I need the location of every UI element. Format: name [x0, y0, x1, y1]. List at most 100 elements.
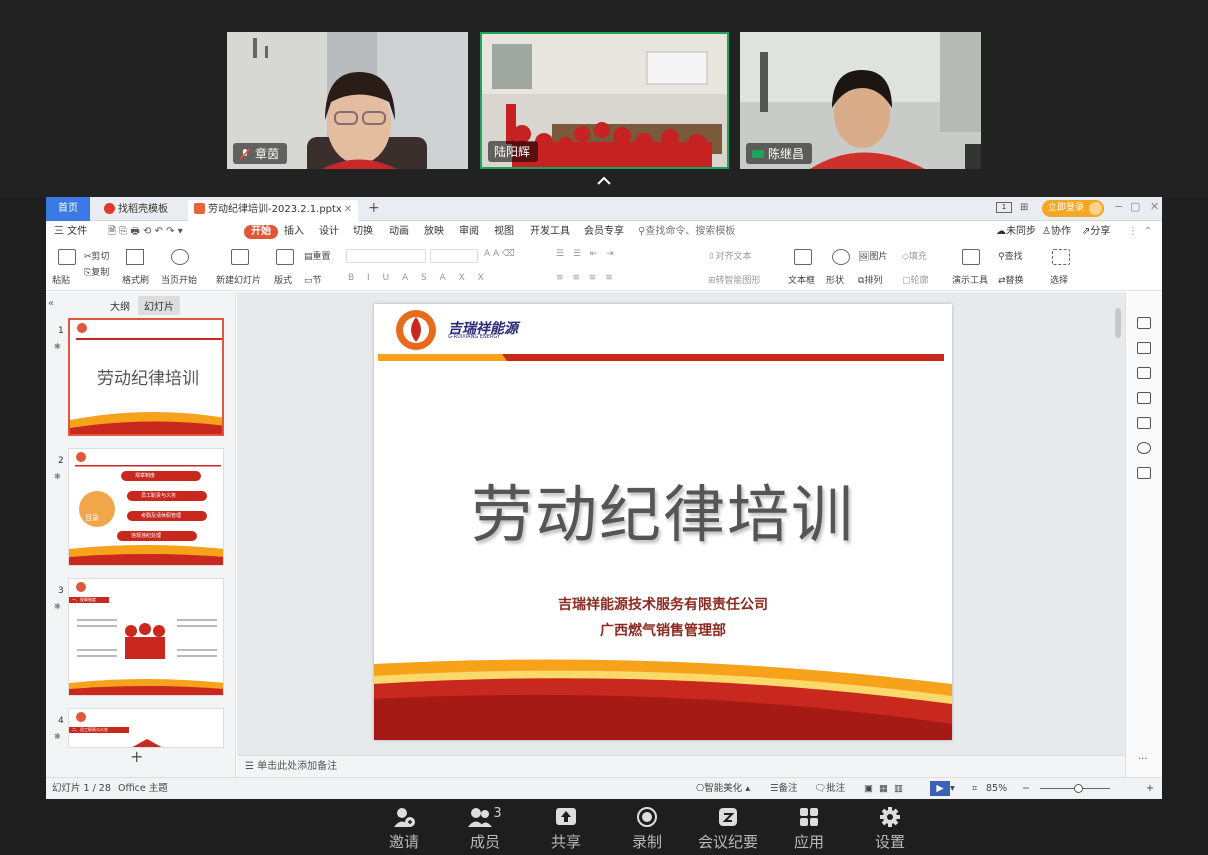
fit-window-icon[interactable]: ⌗ — [972, 778, 977, 799]
align-icons[interactable]: ≡ ≡ ≡ ≡ — [556, 273, 616, 283]
participant-tile-2[interactable]: 陆阳辉 — [480, 32, 729, 169]
zoom-out-icon[interactable]: − — [1022, 778, 1030, 799]
layout-icon[interactable] — [276, 249, 294, 265]
tab-slides[interactable]: 幻灯片 — [138, 296, 180, 315]
menu-start[interactable]: 开始 — [244, 225, 278, 239]
picture-button[interactable]: 🖼图片 — [858, 249, 887, 262]
find-button[interactable]: ⚲查找 — [998, 249, 1023, 262]
collapse-pane-icon[interactable]: « — [48, 298, 54, 309]
play-slideshow-icon[interactable]: ▶ — [930, 781, 950, 796]
slide-thumb-2[interactable]: 目录 规章制度 员工职责与义务 考勤及请休假管理 违规违纪处理 — [68, 448, 224, 566]
menu-slideshow[interactable]: 放映 — [424, 225, 444, 239]
list-icons[interactable]: ☰ ☰ ⇤ ⇥ — [556, 249, 617, 259]
command-search[interactable]: ⚲查找命令、搜索模板 — [638, 225, 735, 239]
collapse-ribbon-icon[interactable]: ⌃ — [1144, 225, 1152, 239]
arrange-button[interactable]: ⧉排列 — [858, 273, 882, 286]
shape-icon[interactable] — [832, 249, 850, 265]
align-text-button[interactable]: ⇳对齐文本 — [708, 249, 752, 262]
start-from-current-button[interactable]: 当页开始 — [161, 273, 197, 286]
zoom-level[interactable]: 85% — [986, 778, 1007, 799]
play-icon[interactable] — [171, 249, 189, 265]
slide-subtitle-department[interactable]: 广西燃气销售管理部 — [374, 620, 952, 640]
menu-transition[interactable]: 切换 — [353, 225, 373, 239]
select-button[interactable]: 选择 — [1050, 273, 1068, 286]
close-window-icon[interactable]: ✕ — [1150, 200, 1159, 213]
beautify-button[interactable]: ⎔智能美化 ▴ — [696, 778, 750, 799]
new-slide-button[interactable]: 新建幻灯片 — [216, 273, 261, 286]
cut-button[interactable]: ✂剪切 — [84, 249, 110, 262]
textbox-icon[interactable] — [794, 249, 812, 265]
invite-button[interactable]: 邀请 — [374, 805, 434, 852]
new-slide-icon[interactable] — [231, 249, 249, 265]
outline-button[interactable]: ▢轮廓 — [902, 273, 929, 286]
share-button[interactable]: ⇗分享 — [1082, 225, 1110, 239]
menu-design[interactable]: 设计 — [319, 225, 339, 239]
tab-document[interactable]: 劳动纪律培训-2023.2.1.pptx ✕ — [188, 200, 358, 221]
notes-bar[interactable]: ☰ 单击此处添加备注 — [237, 755, 1125, 777]
login-button[interactable]: 立即登录 — [1042, 200, 1105, 217]
restore-icon[interactable]: ▢ — [1130, 200, 1140, 213]
image-icon[interactable] — [1137, 417, 1151, 429]
slide-thumb-3[interactable]: 一、规章制度 — [68, 578, 224, 696]
menu-animation[interactable]: 动画 — [389, 225, 409, 239]
material-icon[interactable] — [1137, 442, 1151, 454]
notes-toggle[interactable]: ☰备注 — [770, 778, 798, 799]
participant-tile-1[interactable]: 章茵 — [227, 32, 468, 169]
share-screen-button[interactable]: 共享 — [536, 805, 596, 852]
slide-thumb-1[interactable]: 劳动纪律培训 — [68, 318, 224, 436]
slide-title[interactable]: 劳动纪律培训 — [374, 464, 952, 554]
properties-icon[interactable] — [1137, 342, 1151, 354]
menu-member[interactable]: 会员专享 — [584, 225, 624, 239]
slide-thumb-4[interactable]: 二、员工职责与义务 — [68, 708, 224, 748]
minutes-button[interactable]: 会议纪要 — [698, 805, 758, 852]
menu-view[interactable]: 视图 — [494, 225, 514, 239]
sync-status[interactable]: ☁未同步 — [996, 225, 1036, 239]
slideshow-dropdown[interactable]: ▾ — [950, 778, 955, 799]
presentation-tools-icon[interactable] — [962, 249, 980, 265]
add-slide-button[interactable]: + — [130, 747, 143, 766]
replace-button[interactable]: ⇄替换 — [998, 273, 1024, 286]
animation-icon[interactable] — [1137, 367, 1151, 379]
paste-icon[interactable] — [58, 249, 76, 265]
transition-icon[interactable] — [1137, 392, 1151, 404]
minimize-icon[interactable]: − — [1114, 200, 1123, 213]
presentation-tools-button[interactable]: 演示工具 — [952, 273, 988, 286]
view-mode-icons[interactable]: ▣▦▥ — [864, 778, 909, 799]
comments-toggle[interactable]: 🗨批注 — [814, 778, 845, 799]
text-format-icons[interactable]: B I U A S A X X — [348, 273, 489, 283]
backup-icon[interactable] — [1137, 467, 1151, 479]
new-tab-icon[interactable]: + — [368, 200, 380, 216]
tab-home[interactable]: 首页 — [46, 197, 90, 221]
grid-icon[interactable]: ⊞ — [1020, 202, 1028, 213]
select-icon[interactable] — [1052, 249, 1070, 265]
design-icon[interactable] — [1137, 317, 1151, 329]
shape-button[interactable]: 形状 — [826, 273, 844, 286]
fill-button[interactable]: ◇填充 — [902, 249, 927, 262]
layout-1-icon[interactable]: 1 — [996, 202, 1012, 213]
tab-outline[interactable]: 大纲 — [110, 298, 130, 313]
menu-file[interactable]: 三 文件 — [54, 225, 87, 239]
smartart-button[interactable]: ⊞转智能图形 — [708, 273, 761, 286]
scrollbar-thumb[interactable] — [1115, 308, 1121, 338]
record-button[interactable]: 录制 — [617, 805, 677, 852]
reset-button[interactable]: ▤重置 — [304, 249, 331, 262]
close-tab-icon[interactable]: ✕ — [344, 200, 352, 220]
vertical-scrollbar[interactable] — [1115, 302, 1121, 722]
tab-templates[interactable]: 找稻壳模板 — [98, 200, 182, 221]
layout-button[interactable]: 版式 — [274, 273, 292, 286]
collab-button[interactable]: ♙协作 — [1042, 225, 1071, 239]
menu-insert[interactable]: 插入 — [284, 225, 304, 239]
format-painter-icon[interactable] — [126, 249, 144, 265]
members-button[interactable]: 3 成员 — [455, 805, 515, 852]
font-family-select[interactable] — [346, 249, 426, 263]
menu-review[interactable]: 审阅 — [459, 225, 479, 239]
quick-access-icons[interactable]: 🗎 ⎘ 🖶 ⟲ ↶ ↷ ▾ — [108, 225, 183, 239]
zoom-slider[interactable] — [1040, 784, 1110, 793]
zoom-slider-thumb[interactable] — [1074, 784, 1083, 793]
font-grow-icons[interactable]: A A ⌫ — [484, 249, 515, 259]
settings-button[interactable]: 设置 — [860, 805, 920, 852]
zoom-in-icon[interactable]: + — [1146, 778, 1154, 799]
slide-subtitle-company[interactable]: 吉瑞祥能源技术服务有限责任公司 — [374, 594, 952, 614]
section-button[interactable]: ▭节 — [304, 273, 322, 286]
collapse-video-icon[interactable] — [594, 175, 614, 189]
